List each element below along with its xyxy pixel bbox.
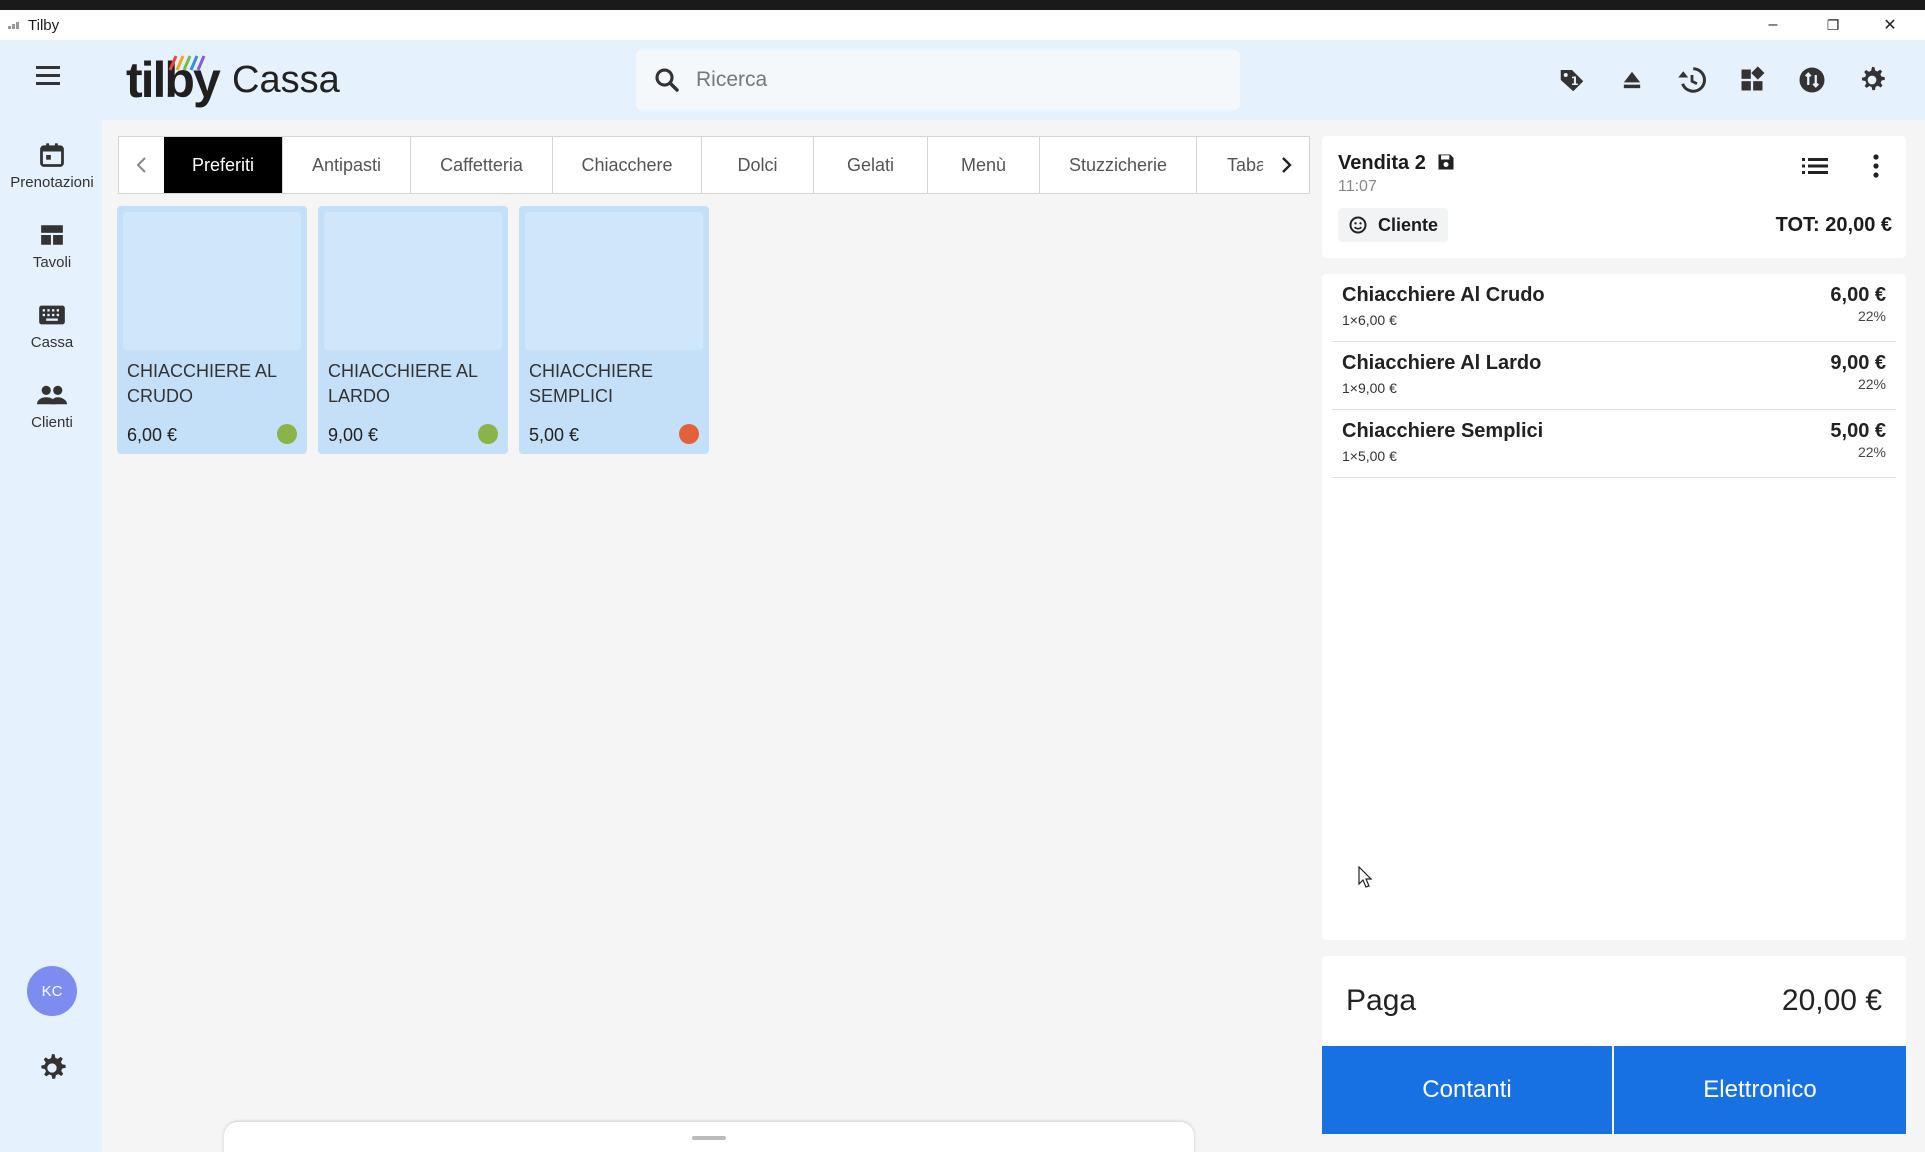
brand-logo: tilby — [126, 52, 221, 108]
line-name: Chiacchiere Al Crudo — [1342, 284, 1545, 306]
product-price: 9,00 € — [328, 425, 379, 445]
product-image — [324, 212, 502, 350]
tab-dolci[interactable]: Dolci — [702, 137, 814, 193]
smiley-icon — [1349, 216, 1367, 234]
customer-label: Cliente — [1378, 214, 1439, 235]
menu-icon[interactable] — [36, 66, 66, 92]
line-vat: 22% — [1857, 308, 1886, 324]
rail-item-label: Prenotazioni — [10, 174, 94, 191]
tab-caffetteria[interactable]: Caffetteria — [411, 137, 553, 193]
line-total: 5,00 € — [1830, 420, 1886, 442]
order-title: Vendita 2 — [1338, 152, 1426, 174]
order-time: 11:07 — [1338, 178, 1377, 195]
mouse-cursor-icon — [1358, 866, 1372, 888]
order-line[interactable]: Chiacchiere Al Lardo 1×9,00 € 9,00 € 22% — [1332, 342, 1896, 410]
rail-item-label: Tavoli — [32, 254, 72, 271]
product-tile[interactable]: CHIACCHIERE AL LARDO 9,00 € — [318, 206, 508, 454]
product-name: CHIACCHIERE SEMPLICI — [529, 361, 654, 406]
brand-stripes-icon — [168, 55, 206, 71]
rail-item-label: Clienti — [31, 414, 73, 431]
line-qty: 1×9,00 € — [1342, 380, 1397, 396]
tab-menu[interactable]: Menù — [928, 137, 1040, 193]
tab-chiacchere[interactable]: Chiacchere — [553, 137, 702, 193]
avatar[interactable]: KC — [27, 966, 77, 1016]
window-title: Tilby — [28, 16, 60, 34]
more-vert-icon[interactable] — [1868, 152, 1884, 180]
customer-button[interactable]: Cliente — [1338, 208, 1449, 242]
order-line[interactable]: Chiacchiere Al Crudo 1×6,00 € 6,00 € 22% — [1332, 274, 1896, 342]
tab-gelati[interactable]: Gelati — [814, 137, 928, 193]
product-image — [123, 212, 301, 350]
line-name: Chiacchiere Semplici — [1342, 420, 1544, 442]
settings-icon[interactable] — [1854, 62, 1890, 98]
stock-status-dot — [478, 424, 498, 444]
rail-item-label: Cassa — [30, 334, 74, 351]
electronic-button[interactable]: Elettronico — [1614, 1046, 1906, 1134]
product-tile[interactable]: CHIACCHIERE AL CRUDO 6,00 € — [117, 206, 307, 454]
svg-text:1: 1 — [1571, 75, 1579, 88]
search-icon — [655, 68, 679, 92]
line-total: 9,00 € — [1830, 352, 1886, 374]
drag-handle[interactable] — [692, 1136, 726, 1140]
dashboard-icon — [37, 220, 67, 250]
payment-summary: Paga 20,00 € — [1322, 956, 1906, 1046]
product-name: CHIACCHIERE AL CRUDO — [127, 361, 277, 406]
left-rail: Prenotazioni Tavoli Cassa Clienti KC — [0, 120, 102, 1152]
screen-top-strip — [0, 0, 1925, 10]
line-vat: 22% — [1857, 376, 1886, 392]
line-total: 6,00 € — [1830, 284, 1886, 306]
window-titlebar: Tilby – ❐ ✕ — [0, 10, 1925, 40]
chevron-right-icon[interactable] — [1263, 137, 1309, 193]
history-icon[interactable] — [1674, 62, 1710, 98]
minimize-button[interactable]: – — [1743, 10, 1803, 40]
cash-button[interactable]: Contanti — [1322, 1046, 1612, 1134]
save-icon[interactable] — [1436, 152, 1456, 172]
bottom-sheet[interactable] — [224, 1122, 1194, 1152]
apps-icon[interactable] — [1734, 62, 1770, 98]
maximize-button[interactable]: ❐ — [1803, 10, 1863, 40]
search-input[interactable] — [696, 68, 1176, 92]
tab-preferiti[interactable]: Preferiti — [164, 137, 283, 193]
stock-status-dot — [277, 424, 297, 444]
settings-icon[interactable] — [36, 1052, 68, 1084]
tag-icon[interactable]: 1 — [1554, 62, 1590, 98]
order-header: Vendita 2 11:07 Cliente TOT: 20,00 € — [1322, 136, 1906, 258]
line-name: Chiacchiere Al Lardo — [1342, 352, 1542, 374]
tab-antipasti[interactable]: Antipasti — [283, 137, 411, 193]
chevron-left-icon[interactable] — [119, 137, 164, 193]
page-title: Cassa — [232, 59, 340, 101]
product-image — [525, 212, 703, 350]
app-logo-icon — [8, 21, 22, 29]
line-qty: 1×5,00 € — [1342, 448, 1397, 464]
close-button[interactable]: ✕ — [1860, 10, 1920, 40]
tab-stuzzicherie[interactable]: Stuzzicherie — [1040, 137, 1197, 193]
pay-amount: 20,00 € — [1781, 984, 1882, 1017]
line-qty: 1×6,00 € — [1342, 312, 1397, 328]
calendar-icon — [37, 140, 67, 170]
category-tabs: Preferiti Antipasti Caffetteria Chiacche… — [118, 136, 1310, 194]
line-vat: 22% — [1857, 444, 1886, 460]
product-price: 6,00 € — [127, 425, 178, 445]
search-bar[interactable] — [636, 50, 1240, 110]
order-lines: Chiacchiere Al Crudo 1×6,00 € 6,00 € 22%… — [1322, 274, 1906, 940]
order-line[interactable]: Chiacchiere Semplici 1×5,00 € 5,00 € 22% — [1332, 410, 1896, 478]
app-header: tilby Cassa 1 — [0, 40, 1925, 120]
eject-icon[interactable] — [1614, 62, 1650, 98]
list-icon[interactable] — [1800, 154, 1830, 178]
rail-item-prenotazioni[interactable]: Prenotazioni — [0, 140, 104, 210]
stock-status-dot — [679, 424, 699, 444]
pay-label: Paga — [1346, 984, 1417, 1017]
product-tile[interactable]: CHIACCHIERE SEMPLICI 5,00 € — [519, 206, 709, 454]
product-price: 5,00 € — [529, 425, 580, 445]
rail-item-cassa[interactable]: Cassa — [0, 300, 104, 370]
rail-item-tavoli[interactable]: Tavoli — [0, 220, 104, 290]
product-name: CHIACCHIERE AL LARDO — [328, 361, 478, 406]
keyboard-icon — [37, 300, 67, 330]
transfer-icon[interactable] — [1794, 62, 1830, 98]
order-total: TOT: 20,00 € — [1775, 214, 1892, 236]
people-icon — [37, 380, 67, 410]
rail-item-clienti[interactable]: Clienti — [0, 380, 104, 450]
